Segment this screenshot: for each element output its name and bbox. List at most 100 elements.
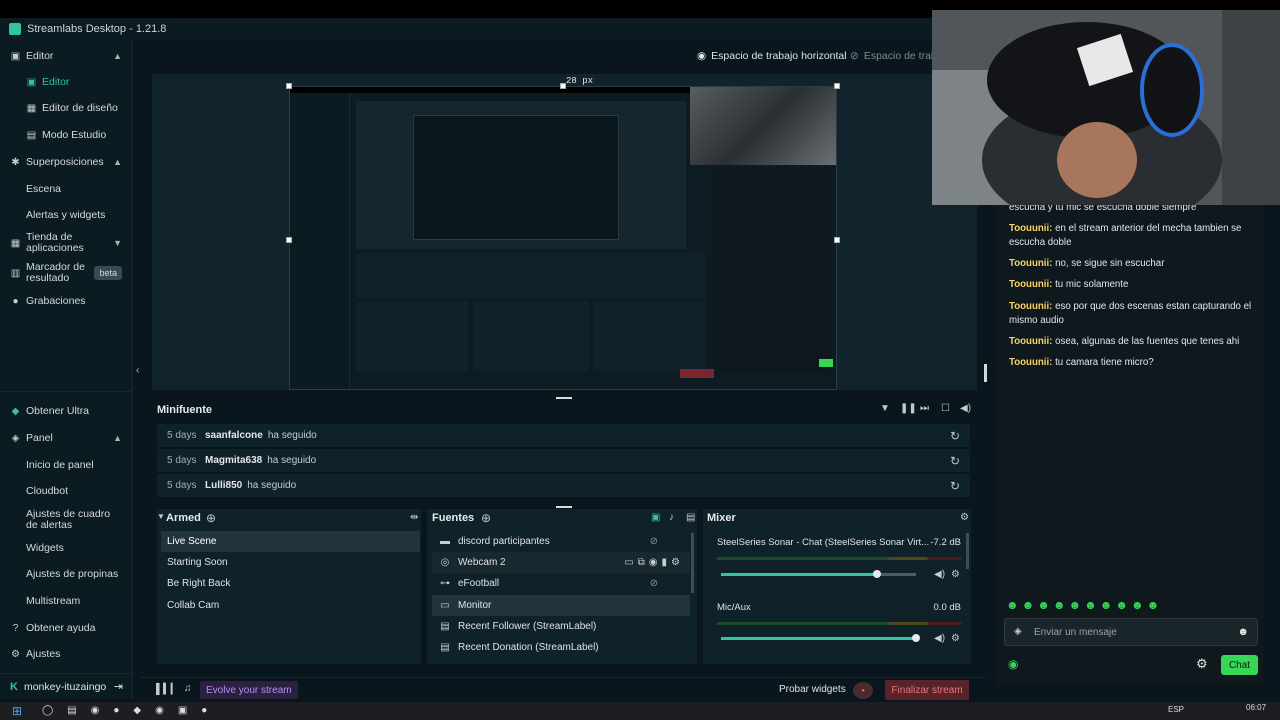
- visibility-off-icon[interactable]: ⊘: [650, 578, 658, 589]
- sidebar-item-get-ultra[interactable]: ◆ Obtener Ultra: [0, 398, 133, 424]
- collapse-sidebar-icon[interactable]: ‹: [136, 365, 139, 376]
- sidebar-item-cloudbot[interactable]: Cloudbot: [0, 478, 133, 504]
- scene-item[interactable]: Be Right Back: [161, 573, 420, 594]
- resize-handle[interactable]: [560, 83, 566, 89]
- scene-item[interactable]: Collab Cam: [161, 595, 420, 616]
- test-widgets-label[interactable]: Probar widgets: [779, 684, 846, 695]
- folder-add-icon[interactable]: ▤: [686, 512, 695, 523]
- source-actions[interactable]: ▭⧉◉▮⚙: [624, 557, 684, 568]
- volume-icon[interactable]: ◀): [960, 403, 971, 414]
- workspace-vertical[interactable]: ⊘ Espacio de traba: [850, 50, 943, 62]
- sidebar-item-scoreboard[interactable]: ▥ Marcador de resultado beta: [0, 259, 133, 287]
- audio-icon[interactable]: ♪: [669, 512, 674, 523]
- volume-slider[interactable]: [721, 570, 916, 578]
- preview-nested-capture: [289, 86, 837, 390]
- sidebar-item-widgets[interactable]: Widgets: [0, 535, 133, 561]
- drag-handle[interactable]: [556, 397, 572, 399]
- feed-event: 5 days Lulli850 ha seguido ↻: [157, 474, 970, 497]
- pause-icon[interactable]: ❚❚: [900, 403, 917, 414]
- source-item[interactable]: ▤ Recent Donation (StreamLabel): [432, 637, 690, 658]
- filter-icon[interactable]: ▼: [880, 403, 890, 414]
- scene-item[interactable]: Starting Soon: [161, 552, 420, 573]
- sidebar-item-alerts-widgets[interactable]: Alertas y widgets: [0, 202, 133, 228]
- gear-icon[interactable]: ⚙: [951, 633, 960, 644]
- volume-icon[interactable]: ◀): [934, 633, 945, 644]
- sidebar-item-settings[interactable]: ⚙ Ajustes: [0, 641, 133, 667]
- emote-bar[interactable]: ☻☻☻☻☻☻☻☻☻☻: [1006, 598, 1162, 612]
- source-item[interactable]: ◎ Webcam 2 ▭⧉◉▮⚙: [432, 552, 690, 573]
- sidebar-item-layout-editor[interactable]: ▦ Editor de diseño: [0, 95, 133, 121]
- replay-icon[interactable]: ↻: [950, 454, 960, 468]
- sidebar-item-multistream[interactable]: Multistream: [0, 588, 133, 614]
- chat-send-button[interactable]: Chat: [1221, 655, 1258, 675]
- resize-handle[interactable]: [286, 83, 292, 89]
- minifeed-title: Minifuente: [157, 404, 212, 416]
- sidebar-item-tip-settings[interactable]: Ajustes de propinas: [0, 561, 133, 587]
- replay-icon[interactable]: ↻: [950, 479, 960, 493]
- gear-icon[interactable]: ⚙: [960, 512, 969, 523]
- notification-icon[interactable]: ♫: [184, 683, 192, 694]
- sidebar-item-alertbox-settings[interactable]: Ajustes de cuadro de alertas: [0, 506, 133, 534]
- sidebar-item-app-store[interactable]: ▦ Tienda de aplicaciones ▼: [0, 229, 133, 257]
- source-item[interactable]: ▭ Monitor: [432, 595, 690, 616]
- scene-item[interactable]: Live Scene: [161, 531, 420, 552]
- chevron-up-icon[interactable]: ▲: [113, 433, 122, 443]
- clock[interactable]: 06:07: [1246, 703, 1266, 712]
- language-indicator[interactable]: ESP: [1168, 705, 1184, 714]
- evolve-stream-button[interactable]: Evolve your stream: [200, 681, 298, 699]
- taskbar-apps[interactable]: ◯▤◉●◆◉▣●: [42, 705, 221, 716]
- sidebar-item-editor[interactable]: ▣ Editor ▲: [0, 43, 133, 69]
- chevron-down-icon[interactable]: ▼: [113, 238, 122, 248]
- scrollbar[interactable]: [966, 533, 969, 569]
- chevron-up-icon[interactable]: ▲: [113, 51, 122, 61]
- end-stream-button[interactable]: Finalizar stream: [885, 680, 969, 700]
- resize-handle[interactable]: [286, 237, 292, 243]
- chat-input[interactable]: ◈ Enviar un mensaje ☻: [1004, 618, 1258, 646]
- scene-collection-title[interactable]: Armed: [166, 512, 201, 524]
- chevron-down-icon[interactable]: ▼: [157, 512, 165, 521]
- resize-handle[interactable]: [834, 83, 840, 89]
- volume-knob[interactable]: [912, 634, 920, 642]
- sidebar-item-scene[interactable]: Escena: [0, 176, 133, 202]
- panel-resize-handle[interactable]: [984, 364, 987, 382]
- user-row[interactable]: K monkey-ituzaingo ⇥: [0, 673, 133, 699]
- source-item[interactable]: ▤ Recent Follower (StreamLabel): [432, 616, 690, 637]
- scrollbar[interactable]: [691, 533, 694, 593]
- gear-icon[interactable]: ⚙: [1196, 656, 1208, 672]
- test-widgets-icon[interactable]: ●: [853, 682, 873, 699]
- mixer-channel-name: SteelSeries Sonar - Chat (SteelSeries So…: [717, 537, 930, 548]
- stats-icon[interactable]: ▌▍▎: [156, 684, 178, 695]
- gear-icon[interactable]: ⚙: [951, 569, 960, 580]
- source-item[interactable]: ⊶ eFootball ⊘: [432, 573, 690, 594]
- logout-icon[interactable]: ⇥: [114, 680, 123, 693]
- sidebar-item-recordings[interactable]: ● Grabaciones: [0, 288, 133, 314]
- skip-icon[interactable]: ⏭: [920, 403, 929, 414]
- chevron-up-icon[interactable]: ▲: [113, 157, 122, 167]
- mute-icon[interactable]: ☐: [941, 403, 950, 414]
- studio-mode-icon[interactable]: ▣: [651, 512, 660, 523]
- points-icon[interactable]: ◉: [1008, 657, 1018, 671]
- workspace-horizontal[interactable]: ◉ Espacio de trabajo horizontal: [697, 50, 847, 62]
- sidebar-divider: [0, 391, 133, 392]
- sidebar-item-editor-sub[interactable]: ▣ Editor: [0, 69, 133, 95]
- transition-icon[interactable]: ⇹: [410, 512, 418, 523]
- visibility-off-icon[interactable]: ⊘: [650, 536, 658, 547]
- sidebar-item-overlays[interactable]: ✱ Superposiciones ▲: [0, 149, 133, 175]
- windows-start-icon[interactable]: ⊞: [12, 704, 22, 718]
- add-scene-icon[interactable]: ⊕: [206, 511, 216, 525]
- source-item[interactable]: ▬ discord participantes ⊘: [432, 531, 690, 552]
- sidebar-item-panel[interactable]: ◈ Panel ▲: [0, 425, 133, 451]
- volume-icon[interactable]: ◀): [934, 569, 945, 580]
- emoji-icon[interactable]: ☻: [1237, 626, 1249, 638]
- volume-slider[interactable]: [721, 634, 920, 642]
- resize-handle[interactable]: [834, 237, 840, 243]
- feed-event: 5 days saanfalcone ha seguido ↻: [157, 424, 970, 447]
- sidebar-item-get-help[interactable]: ? Obtener ayuda: [0, 615, 133, 641]
- volume-knob[interactable]: [873, 570, 881, 578]
- add-source-icon[interactable]: ⊕: [481, 511, 491, 525]
- drag-handle[interactable]: [556, 506, 572, 508]
- webcam-icon: ◎: [440, 557, 450, 568]
- replay-icon[interactable]: ↻: [950, 429, 960, 443]
- sidebar-item-studio-mode[interactable]: ▤ Modo Estudio: [0, 122, 133, 148]
- sidebar-item-dashboard-home[interactable]: Inicio de panel: [0, 452, 133, 478]
